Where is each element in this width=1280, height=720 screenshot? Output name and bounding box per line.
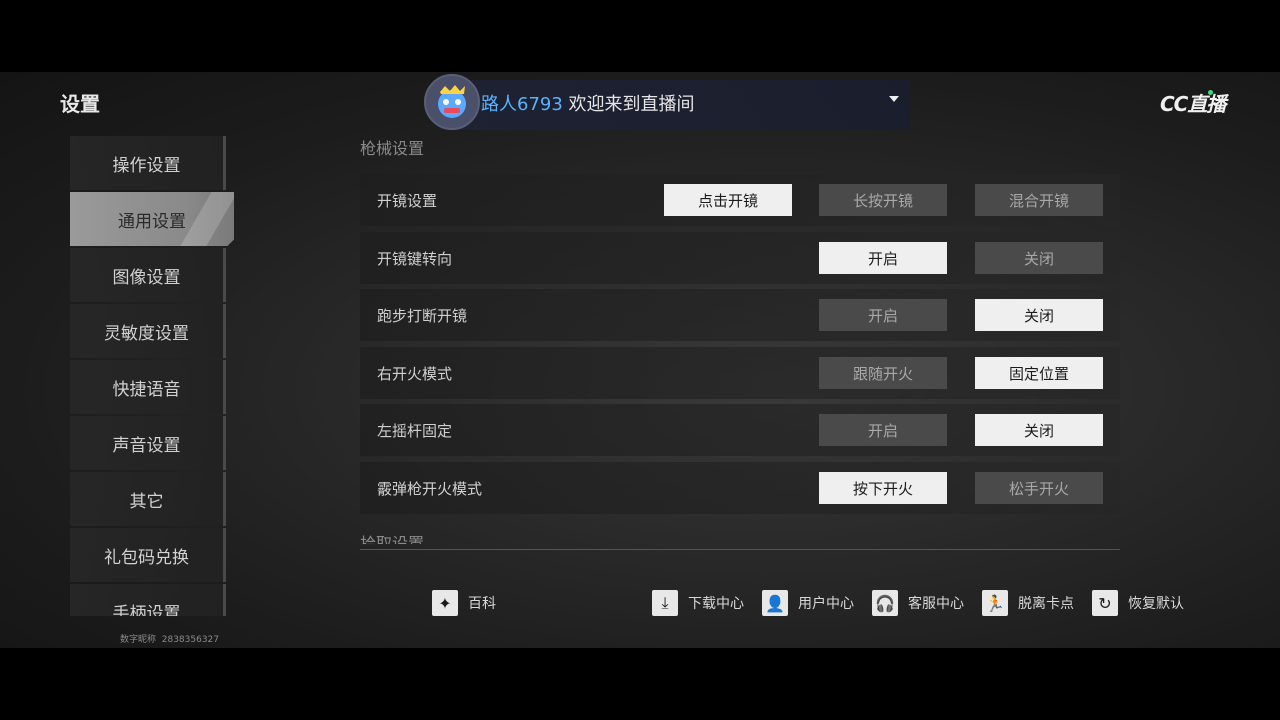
setting-label: 开镜键转向 [377,250,453,268]
unstuck-label: 脱离卡点 [1018,596,1074,612]
option-button[interactable]: 开启 [819,299,947,331]
support-button[interactable]: 🎧 客服中心 [872,588,964,618]
sidebar-item-sound[interactable]: 声音设置 [70,416,226,470]
account-id-line: 数字昵称 2838356327 [120,632,219,645]
sidebar-item-label: 快捷语音 [112,379,181,400]
user-center-label: 用户中心 [798,596,854,612]
option-button[interactable]: 开启 [819,242,947,274]
sidebar-item-label: 灵敏度设置 [104,323,189,344]
section-title-weapon: 枪械设置 [360,139,425,158]
logo-text: CC直播 [1160,92,1226,116]
avatar-icon [438,85,466,118]
setting-label: 开镜设置 [377,192,438,210]
option-button[interactable]: 按下开火 [819,472,947,504]
sidebar-item-label: 其它 [129,491,164,512]
sidebar-item-label: 手柄设置 [112,603,181,617]
sidebar-item-general[interactable]: 通用设置 [70,192,234,246]
download-center-button[interactable]: ⤓ 下载中心 [652,588,744,618]
setting-row-sprint-interrupt: 跑步打断开镜 开启 关闭 [360,289,1120,341]
restore-label: 恢复默认 [1128,596,1184,612]
page-title: 设置 [60,92,100,116]
stream-welcome-message: 欢迎来到直播间 [568,94,695,115]
account-id: 2838356327 [161,635,220,645]
sidebar-item-label: 通用设置 [118,211,186,232]
letterbox-top [0,0,1280,72]
option-button[interactable]: 关闭 [975,299,1103,331]
setting-row-shotgun-fire: 霰弹枪开火模式 按下开火 松手开火 [360,462,1120,514]
sidebar-item-graphics[interactable]: 图像设置 [70,248,226,302]
stream-welcome-text: 路人6793 欢迎来到直播间 [481,90,695,116]
setting-label: 跑步打断开镜 [377,307,468,325]
setting-row-left-stick: 左摇杆固定 开启 关闭 [360,404,1120,456]
settings-sidebar: 操作设置 通用设置 图像设置 灵敏度设置 快捷语音 声音设置 其它 礼包码兑换 … [70,136,234,616]
restore-default-button[interactable]: ↻ 恢复默认 [1092,588,1184,618]
setting-row-right-fire: 右开火模式 跟随开火 固定位置 [360,347,1120,399]
option-button[interactable]: 开启 [819,414,947,446]
setting-label: 霰弹枪开火模式 [377,480,483,498]
running-man-icon: 🏃 [982,590,1008,616]
download-icon: ⤓ [652,590,678,616]
settings-screen: 设置 路人6793 欢迎来到直播间 CC直播 操作设置 通用设置 图像设置 灵敏… [0,72,1280,648]
chevron-down-icon[interactable] [889,96,899,102]
section-divider [360,549,1120,550]
unstuck-button[interactable]: 🏃 脱离卡点 [982,588,1074,618]
option-button[interactable]: 混合开镜 [975,184,1103,216]
user-center-button[interactable]: 👤 用户中心 [762,588,854,618]
option-button[interactable]: 固定位置 [975,357,1103,389]
option-button[interactable]: 关闭 [975,414,1103,446]
sidebar-item-sensitivity[interactable]: 灵敏度设置 [70,304,226,358]
option-button[interactable]: 关闭 [975,242,1103,274]
stream-username: 路人6793 [481,94,563,115]
sidebar-item-gift-code[interactable]: 礼包码兑换 [70,528,226,582]
letterbox-bottom [0,648,1280,720]
sidebar-item-label: 声音设置 [112,435,181,456]
avatar[interactable] [424,74,480,130]
sidebar-item-operation[interactable]: 操作设置 [70,136,226,190]
setting-row-scope-turn: 开镜键转向 开启 关闭 [360,232,1120,284]
option-button[interactable]: 点击开镜 [664,184,792,216]
wiki-button[interactable]: ✦ 百科 [432,588,496,618]
cc-live-logo: CC直播 [1160,88,1226,117]
sidebar-item-quick-voice[interactable]: 快捷语音 [70,360,226,414]
support-label: 客服中心 [908,596,964,612]
account-label: 数字昵称 [120,635,157,645]
wiki-label: 百科 [468,596,496,612]
sidebar-item-label: 操作设置 [112,155,181,176]
option-button[interactable]: 跟随开火 [819,357,947,389]
section-title-pickup: 拾取设置 [360,534,425,544]
refresh-icon: ↻ [1092,590,1118,616]
sidebar-item-label: 礼包码兑换 [104,547,189,568]
sidebar-item-controller[interactable]: 手柄设置 [70,584,226,616]
setting-label: 左摇杆固定 [377,422,453,440]
sidebar-item-label: 图像设置 [112,267,181,288]
wings-badge-icon: ✦ [432,590,458,616]
option-button[interactable]: 松手开火 [975,472,1103,504]
setting-label: 右开火模式 [377,365,453,383]
download-label: 下载中心 [688,596,744,612]
headset-icon: 🎧 [872,590,898,616]
user-icon: 👤 [762,590,788,616]
sidebar-item-other[interactable]: 其它 [70,472,226,526]
setting-row-scope-mode: 开镜设置 点击开镜 长按开镜 混合开镜 [360,174,1120,226]
option-button[interactable]: 长按开镜 [819,184,947,216]
